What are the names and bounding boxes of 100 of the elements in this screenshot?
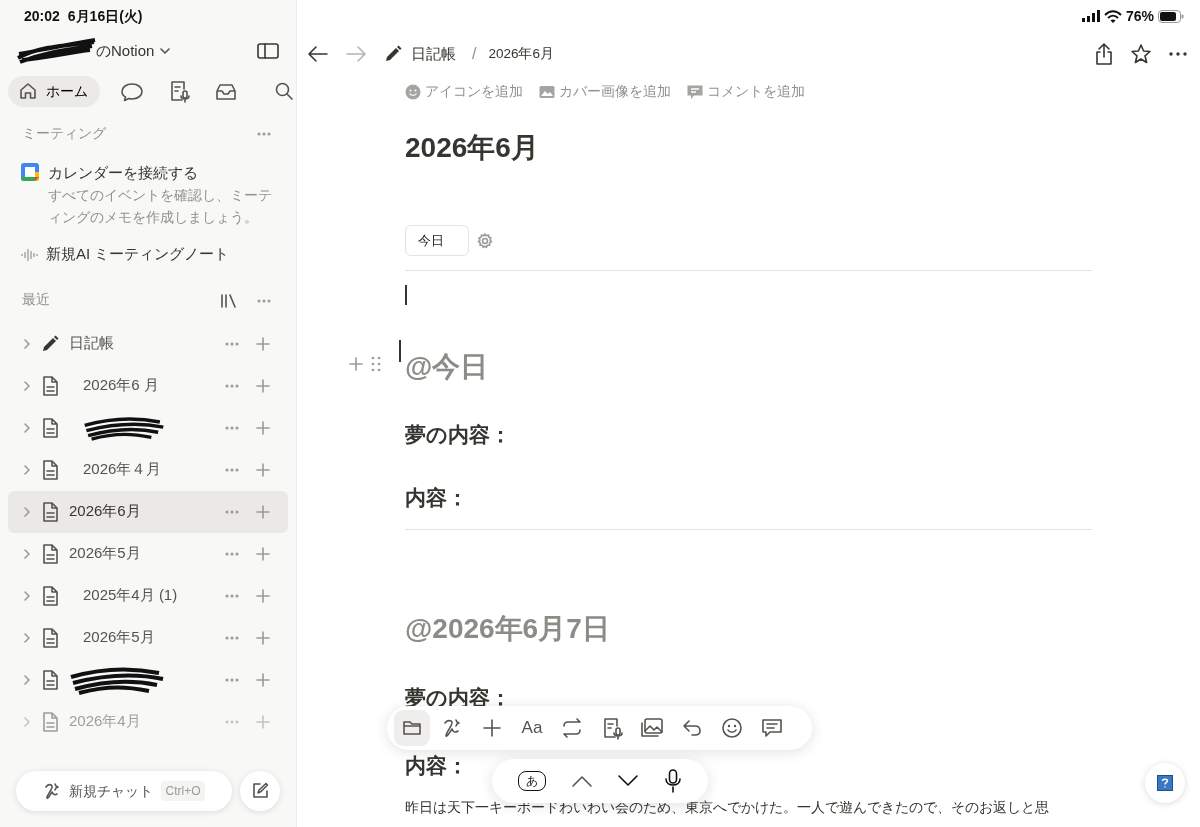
chevron-right-icon[interactable] <box>22 589 32 602</box>
chevron-right-icon[interactable] <box>22 463 32 476</box>
calendar-icon <box>20 162 40 182</box>
document-icon <box>40 710 60 733</box>
chevron-right-icon[interactable] <box>22 379 32 392</box>
chevron-right-icon[interactable] <box>22 673 32 686</box>
microphone-icon[interactable] <box>663 769 682 793</box>
signal-icon <box>1081 10 1100 22</box>
forward-arrow-icon[interactable] <box>345 45 367 63</box>
document-microphone-icon <box>601 716 623 740</box>
home-icon <box>18 81 38 101</box>
chevron-right-icon[interactable] <box>22 337 32 350</box>
drag-handle-icon[interactable] <box>371 356 381 373</box>
plus-icon[interactable] <box>256 378 270 393</box>
inbox-icon <box>214 81 238 102</box>
breadcrumb-separator: / <box>472 44 477 64</box>
plus-icon[interactable] <box>256 546 270 561</box>
document-icon <box>40 668 60 691</box>
sidebar-item[interactable]: 2025年4月 (1) <box>8 574 288 617</box>
plus-icon[interactable] <box>349 357 363 372</box>
new-chat-label: 新規チャット <box>69 781 154 801</box>
section-header: 最近 <box>22 291 51 310</box>
gear-icon[interactable] <box>477 232 493 249</box>
plus-icon[interactable] <box>256 672 270 687</box>
more-icon[interactable] <box>1168 51 1188 57</box>
compose-button[interactable] <box>240 771 280 811</box>
sidebar-item[interactable]: 2026年5月 <box>8 616 288 659</box>
document-icon <box>40 584 60 607</box>
chevron-right-icon[interactable] <box>22 547 32 560</box>
sidebar-item[interactable]: 2026年４月 <box>8 448 288 491</box>
nav-tab[interactable]: ホーム <box>8 75 100 107</box>
comment-icon <box>687 84 703 101</box>
sidebar-toggle-icon[interactable] <box>256 41 280 61</box>
swap-icon <box>561 718 583 738</box>
chevron-down-icon[interactable] <box>617 774 640 788</box>
text-cursor <box>405 285 407 306</box>
wifi-icon <box>1103 9 1122 23</box>
back-arrow-icon[interactable] <box>307 45 329 63</box>
workspace-name[interactable]: のNotion <box>96 39 155 63</box>
input-mode-key[interactable]: あ <box>518 771 547 791</box>
ai-stroke-icon <box>441 717 463 739</box>
smiley-icon <box>721 717 743 739</box>
plus-icon[interactable] <box>256 420 270 435</box>
chevron-up-icon[interactable] <box>570 774 593 788</box>
plus-icon[interactable] <box>256 630 270 645</box>
page-title: 2026年4月 <box>69 712 141 730</box>
chevron-down-icon[interactable] <box>158 46 173 56</box>
chevron-right-icon[interactable] <box>22 631 32 644</box>
waveform-icon <box>20 246 38 263</box>
section-header: ミーティング <box>22 124 107 143</box>
field-label: 内容： <box>405 484 468 511</box>
library-icon[interactable] <box>220 292 238 309</box>
help-button[interactable] <box>1145 763 1185 803</box>
share-icon[interactable] <box>1094 43 1114 65</box>
field-label: 夢の内容： <box>405 422 511 449</box>
plus-icon <box>482 718 502 738</box>
new-meeting-note-link[interactable]: 新規AI ミーティングノート <box>46 243 230 266</box>
comment-icon <box>761 717 783 739</box>
battery-percentage: 76% <box>1125 6 1154 26</box>
plus-icon[interactable] <box>256 336 270 351</box>
page-title: 2025年4月 (1) <box>82 586 178 604</box>
plus-icon[interactable] <box>256 462 270 477</box>
ai-stroke-icon <box>43 782 62 800</box>
pencil-icon <box>40 333 60 354</box>
plus-icon[interactable] <box>256 588 270 603</box>
field-label: 内容： <box>405 752 468 779</box>
star-icon[interactable] <box>1130 43 1152 65</box>
breadcrumb-link[interactable]: 2026年6月 <box>488 43 554 65</box>
image-icon <box>539 84 555 101</box>
chevron-right-icon[interactable] <box>22 715 32 728</box>
date-heading: @今日 <box>405 350 489 385</box>
help-icon <box>1157 775 1173 791</box>
sidebar-item[interactable]: 2026年6 月 <box>8 364 288 407</box>
smiley-icon <box>405 84 421 101</box>
search-icon[interactable] <box>274 81 294 101</box>
page-title: 2026年5月 <box>69 544 141 562</box>
toolbar-button[interactable]: Aa <box>514 710 550 746</box>
sidebar-item[interactable]: 2026年6月 <box>8 490 288 533</box>
page-title: 2026年6月 <box>405 131 540 165</box>
plus-icon[interactable] <box>256 714 270 729</box>
page-title: 2026年5月 <box>82 628 155 646</box>
chevron-right-icon[interactable] <box>22 421 32 434</box>
toolbar-button[interactable] <box>394 710 430 746</box>
status-time: 20:02 <box>24 6 60 26</box>
status-date: 6月16日(火) <box>67 6 143 26</box>
breadcrumb-link[interactable]: 日記帳 <box>383 42 456 66</box>
chevron-right-icon[interactable] <box>22 505 32 518</box>
calendar-connect-link[interactable]: カレンダーを接続する <box>48 162 274 185</box>
sidebar-item[interactable]: 2026年5月 <box>8 532 288 575</box>
document-icon <box>40 458 60 481</box>
today-button[interactable]: 今日 <box>405 224 469 257</box>
new-chat-button[interactable]: 新規チャット Ctrl+O <box>16 771 232 811</box>
pencil-icon <box>383 44 403 64</box>
document-icon <box>40 500 60 523</box>
plus-icon[interactable] <box>256 504 270 519</box>
sidebar-item[interactable]: 日記帳 <box>8 322 288 365</box>
document-microphone-icon <box>168 79 190 104</box>
text-cursor <box>399 340 401 363</box>
battery-icon <box>1158 9 1184 23</box>
document-icon <box>40 416 60 439</box>
